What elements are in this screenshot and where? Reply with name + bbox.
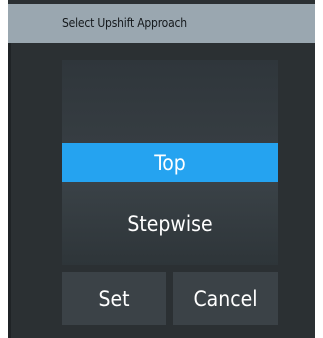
dialog-titlebar: Select Upshift Approach bbox=[8, 4, 315, 43]
option-stepwise[interactable]: Stepwise bbox=[62, 182, 278, 265]
option-empty[interactable] bbox=[62, 60, 278, 143]
upshift-dialog: Select Upshift Approach Top Stepwise Set… bbox=[8, 0, 315, 338]
option-top[interactable]: Top bbox=[62, 143, 278, 182]
dialog-title: Select Upshift Approach bbox=[62, 16, 187, 30]
cancel-button[interactable]: Cancel bbox=[173, 272, 278, 325]
dialog-left-edge bbox=[8, 43, 11, 338]
options-list: Top Stepwise bbox=[62, 60, 278, 265]
set-button[interactable]: Set bbox=[62, 272, 166, 325]
